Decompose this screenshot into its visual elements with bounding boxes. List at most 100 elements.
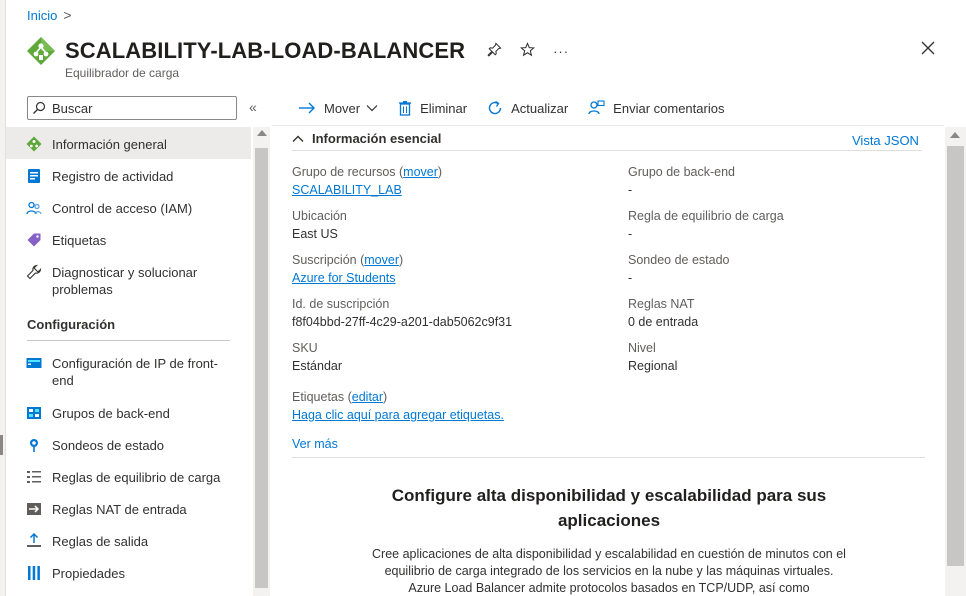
sidebar-item-label: Reglas de salida <box>52 534 149 549</box>
add-tags-link[interactable]: Haga clic aquí para agregar etiquetas. <box>292 408 504 422</box>
json-view-link[interactable]: Vista JSON <box>852 133 919 148</box>
location-field: Ubicación East US <box>292 207 347 243</box>
sidebar-item-diagnose[interactable]: Diagnosticar y solucionar problemas <box>6 255 251 305</box>
resize-grip[interactable] <box>0 435 3 455</box>
close-button[interactable] <box>921 38 935 61</box>
main-content: Información esencial Vista JSON Grupo de… <box>272 127 944 596</box>
sku-label: SKU <box>292 341 318 355</box>
sidebar-item-frontend-ip[interactable]: Configuración de IP de front-end <box>6 346 251 396</box>
move-button[interactable]: Mover <box>298 101 378 116</box>
scrollbar-thumb[interactable] <box>947 146 964 566</box>
sidebar-item-nat-rules[interactable]: Reglas NAT de entrada <box>6 492 251 524</box>
feedback-button[interactable]: Enviar comentarios <box>588 100 724 116</box>
sidebar-item-properties[interactable]: Propiedades <box>6 556 251 588</box>
sidebar-scrollbar[interactable] <box>253 127 270 596</box>
nat-rules-icon <box>26 501 42 517</box>
tag-icon <box>26 232 42 248</box>
tags-label: Etiquetas <box>292 390 345 404</box>
search-input[interactable] <box>52 100 222 116</box>
subscription-field: Suscripción (mover) Azure for Students <box>292 253 404 285</box>
delete-button[interactable]: Eliminar <box>398 100 467 116</box>
resource-group-label: Grupo de recursos <box>292 165 396 179</box>
essentials-toggle[interactable]: Información esencial <box>292 131 441 146</box>
tier-label: Nivel <box>628 341 656 355</box>
section-configuration: Configuración <box>27 317 116 332</box>
breadcrumb: Inicio > <box>27 7 72 23</box>
lb-rule-field: Regla de equilibrio de carga - <box>628 207 784 243</box>
scrollbar-thumb[interactable] <box>255 148 268 588</box>
resource-group-link[interactable]: SCALABILITY_LAB <box>292 183 402 197</box>
delete-label: Eliminar <box>420 100 468 116</box>
nat-rules-label: Reglas NAT <box>628 297 695 311</box>
breadcrumb-home-link[interactable]: Inicio <box>27 8 57 23</box>
search-box[interactable] <box>27 96 237 120</box>
subscription-id-value: f8f04bbd-27ff-4c29-a201-dab5062c9f31 <box>292 315 513 329</box>
move-subscription-link[interactable]: mover <box>364 253 399 267</box>
sidebar-item-label: Diagnosticar y solucionar problemas <box>52 265 198 297</box>
sidebar-item-label: Registro de actividad <box>52 169 174 184</box>
title-row: SCALABILITY-LAB-LOAD-BALANCER ··· <box>26 36 569 66</box>
lb-rule-label: Regla de equilibrio de carga <box>628 209 784 223</box>
sidebar-item-activity-log[interactable]: Registro de actividad <box>6 159 251 191</box>
health-probe-field: Sondeo de estado - <box>628 251 729 287</box>
collapse-sidebar-button[interactable]: « <box>249 99 257 115</box>
see-more-link[interactable]: Ver más <box>292 437 338 451</box>
overview-icon <box>26 136 42 152</box>
backend-pool-icon <box>26 405 42 421</box>
location-value: East US <box>292 227 338 241</box>
subscription-id-field: Id. de suscripción f8f04bbd-27ff-4c29-a2… <box>292 295 512 331</box>
sidebar-item-label: Etiquetas <box>52 233 107 248</box>
nat-rules-value: 0 de entrada <box>628 315 699 329</box>
outbound-rules-icon <box>26 533 42 549</box>
close-icon <box>921 41 935 55</box>
backend-pool-label: Grupo de back-end <box>628 165 736 179</box>
sidebar-item-iam[interactable]: Control de acceso (IAM) <box>6 191 251 223</box>
sidebar-item-lb-rules[interactable]: Reglas de equilibrio de carga <box>6 460 251 492</box>
promo-body: Cree aplicaciones de alta disponibilidad… <box>372 547 846 595</box>
search-icon <box>33 101 46 114</box>
trash-icon <box>398 100 412 116</box>
essentials-heading: Información esencial <box>312 131 442 146</box>
command-bar: Mover Eliminar Actualizar Enviar comenta… <box>298 96 744 120</box>
refresh-label: Actualizar <box>511 100 569 116</box>
more-options-button[interactable]: ··· <box>553 44 569 59</box>
page-title: SCALABILITY-LAB-LOAD-BALANCER <box>65 38 466 63</box>
edit-tags-link[interactable]: editar <box>352 390 383 404</box>
scroll-up-icon[interactable] <box>950 132 960 138</box>
scroll-up-icon[interactable] <box>257 130 267 136</box>
sidebar-item-overview[interactable]: Información general <box>6 127 251 159</box>
nat-rules-field: Reglas NAT 0 de entrada <box>628 295 698 331</box>
sidebar-item-outbound-rules[interactable]: Reglas de salida <box>6 524 251 556</box>
sidebar-item-label: Sondeos de estado <box>52 438 165 453</box>
chevron-down-icon <box>366 104 378 112</box>
content-divider <box>292 457 925 458</box>
section-divider <box>27 340 230 341</box>
chevron-up-icon <box>292 135 304 143</box>
sidebar-item-tags[interactable]: Etiquetas <box>6 223 251 255</box>
activity-log-icon <box>26 168 42 184</box>
sku-value: Estándar <box>292 359 343 373</box>
move-resource-group-link[interactable]: mover <box>403 165 438 179</box>
pin-icon[interactable] <box>487 41 502 61</box>
sidebar-nav: Información general Registro de activida… <box>6 127 251 588</box>
sidebar-item-health-probes[interactable]: Sondeos de estado <box>6 428 251 460</box>
page-subtitle: Equilibrador de carga <box>65 66 180 80</box>
location-label: Ubicación <box>292 209 347 223</box>
sidebar-item-label: Reglas NAT de entrada <box>52 502 187 517</box>
iam-icon <box>26 200 42 216</box>
toolbar-divider <box>272 125 944 126</box>
arrow-right-icon <box>298 102 316 114</box>
main-scrollbar[interactable] <box>945 127 966 596</box>
breadcrumb-separator: > <box>63 7 72 23</box>
health-probe-label: Sondeo de estado <box>628 253 730 267</box>
star-icon[interactable] <box>519 41 536 61</box>
sidebar-item-label: Control de acceso (IAM) <box>52 201 193 216</box>
sidebar-item-backend-pools[interactable]: Grupos de back-end <box>6 396 251 428</box>
backend-pool-value: - <box>628 183 633 197</box>
health-probe-value: - <box>628 271 633 285</box>
resource-group-field: Grupo de recursos (mover) SCALABILITY_LA… <box>292 165 443 197</box>
refresh-button[interactable]: Actualizar <box>487 100 568 116</box>
sku-field: SKU Estándar <box>292 339 342 375</box>
subscription-id-label: Id. de suscripción <box>292 297 390 311</box>
subscription-link[interactable]: Azure for Students <box>292 271 396 285</box>
